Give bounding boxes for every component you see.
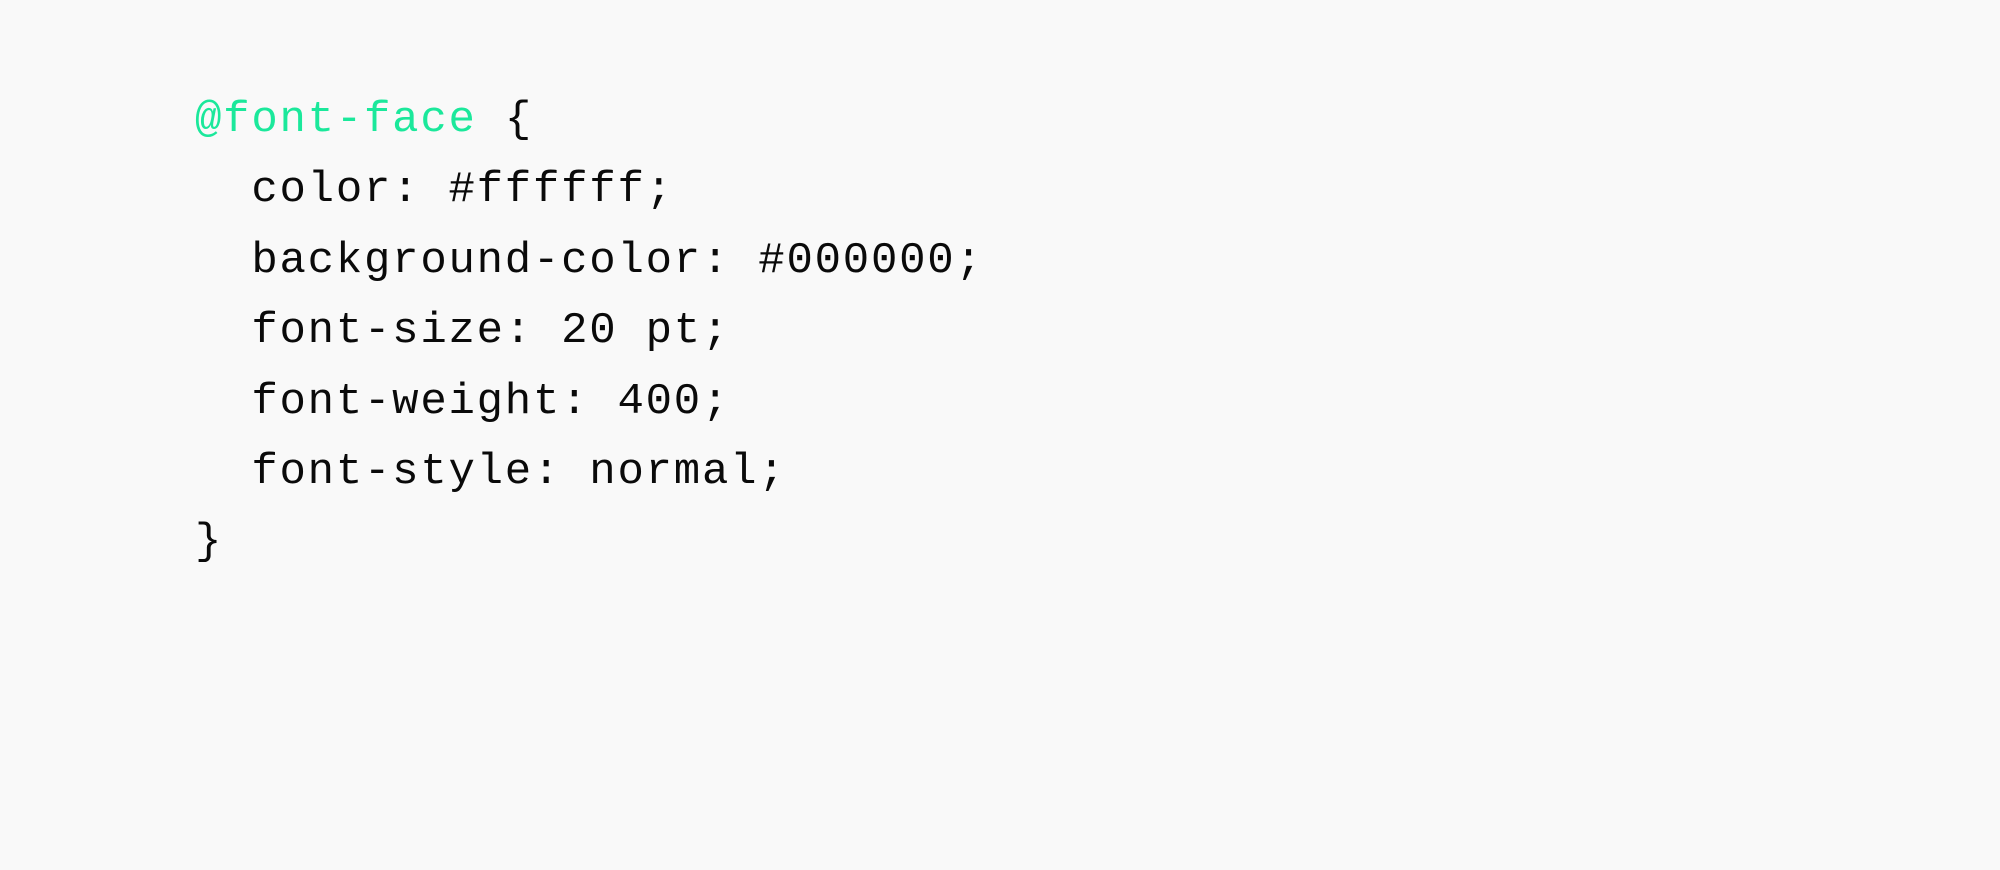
code-line: color: #ffffff; bbox=[195, 165, 674, 215]
at-rule-keyword: @font-face bbox=[195, 95, 477, 145]
close-brace: } bbox=[195, 517, 223, 567]
css-code-block: @font-face { color: #ffffff; background-… bbox=[195, 85, 984, 578]
code-line: font-weight: 400; bbox=[195, 377, 730, 427]
code-line: font-style: normal; bbox=[195, 447, 786, 497]
open-brace: { bbox=[477, 95, 533, 145]
code-line: font-size: 20 pt; bbox=[195, 306, 730, 356]
code-line: background-color: #000000; bbox=[195, 236, 984, 286]
